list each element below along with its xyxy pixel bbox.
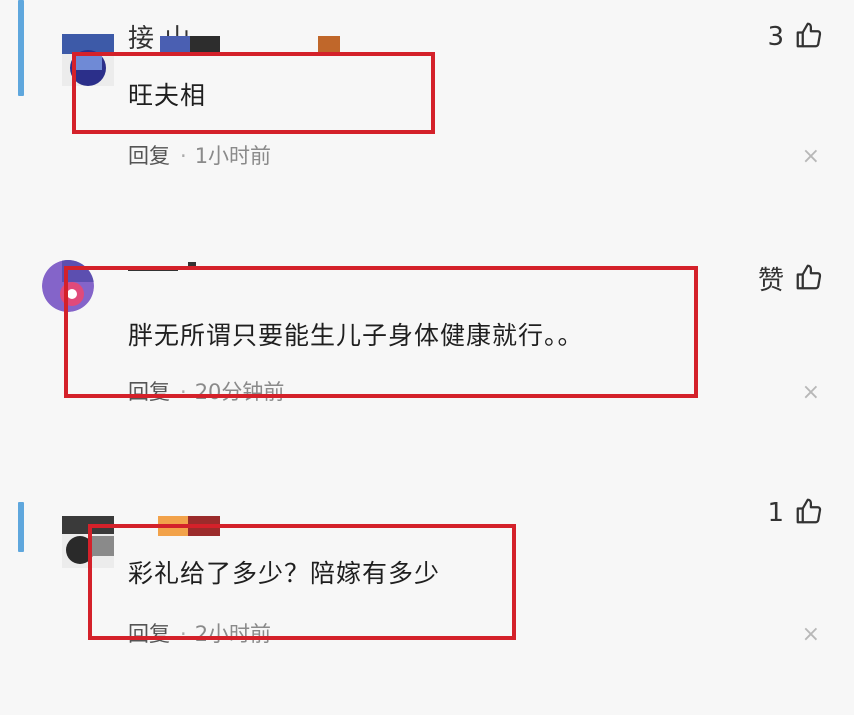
avatar[interactable]: [42, 260, 94, 312]
accent-bar: [18, 0, 24, 96]
reply-button[interactable]: 回复: [128, 380, 170, 404]
username-mosaic: [188, 262, 196, 270]
comment-item-3: 彩礼给了多少？陪嫁有多少 回复 · 2小时前 1 ×: [0, 480, 854, 680]
like-count: 1: [767, 498, 784, 528]
thumbs-up-icon: [794, 496, 824, 530]
timestamp: 20分钟前: [194, 380, 285, 404]
thumbs-up-icon: [794, 20, 824, 54]
like-button[interactable]: 赞: [758, 260, 824, 297]
comment-meta: 回复 · 2小时前: [128, 618, 271, 648]
comment-meta: 回复 · 1小时前: [128, 140, 271, 170]
reply-button[interactable]: 回复: [128, 622, 170, 646]
comment-text: 胖无所谓只要能生儿子身体健康就行。。: [128, 321, 584, 350]
close-icon[interactable]: ×: [802, 382, 820, 404]
comment-item-1: 接 山 旺夫相 回复·1小时前 3 ×: [0, 0, 854, 200]
username-mosaic: [188, 516, 220, 536]
like-button[interactable]: 1: [767, 496, 824, 530]
separator-dot: ·: [180, 380, 187, 404]
like-button[interactable]: 3: [767, 20, 824, 54]
comment-text: 旺夫相: [128, 81, 207, 110]
username-mosaic: [128, 268, 178, 271]
username-mosaic: [318, 36, 340, 56]
timestamp: 2小时前: [194, 622, 272, 646]
thumbs-up-icon: [794, 262, 824, 296]
comment-text: 彩礼给了多少？陪嫁有多少: [128, 559, 441, 588]
close-icon[interactable]: ×: [802, 624, 820, 646]
avatar[interactable]: [62, 516, 114, 568]
like-label: 赞: [757, 266, 784, 296]
username-mosaic: [190, 36, 220, 56]
avatar[interactable]: [62, 34, 114, 86]
comment-item-2: 胖无所谓只要能生儿子身体健康就行。。 回复 · 20分钟前 赞 ×: [0, 240, 854, 440]
separator-dot: ·: [180, 622, 187, 646]
timestamp: 1小时前: [194, 144, 272, 168]
separator-dot: ·: [180, 144, 187, 168]
like-count: 3: [767, 22, 784, 52]
username-mosaic: [158, 516, 188, 536]
highlight-box: [72, 52, 435, 134]
close-icon[interactable]: ×: [802, 146, 820, 168]
reply-button[interactable]: 回复: [128, 144, 170, 168]
comment-meta: 回复 · 20分钟前: [128, 376, 284, 406]
accent-bar: [18, 502, 24, 552]
